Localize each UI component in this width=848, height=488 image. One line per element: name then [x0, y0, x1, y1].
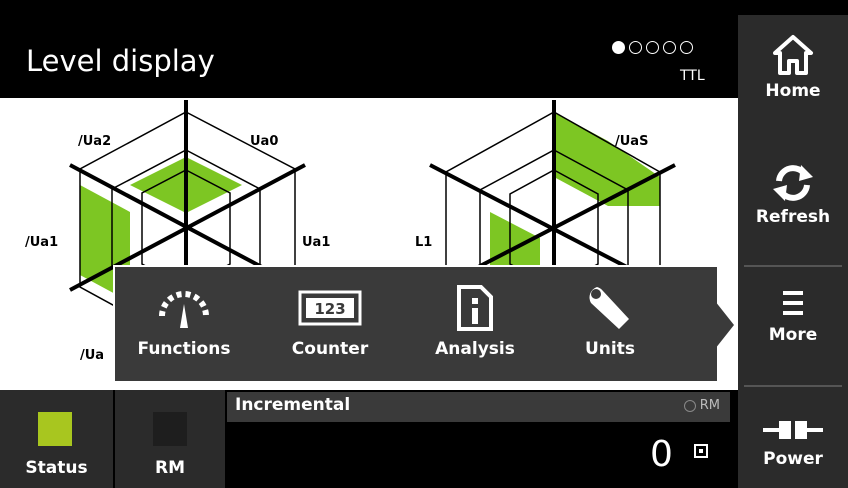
power-plug-icon — [738, 415, 848, 449]
page-title: Level display — [26, 44, 215, 78]
rm-button[interactable]: RM — [115, 390, 225, 488]
popup-pointer-fill — [715, 301, 734, 349]
status-bar: Status RM Incremental RM 0 — [0, 390, 738, 488]
rm-indicator-label: RM — [699, 398, 720, 413]
svg-text:123: 123 — [314, 300, 345, 318]
status-button[interactable]: Status — [0, 390, 113, 488]
home-label: Home — [765, 81, 821, 101]
more-label: More — [768, 325, 818, 345]
menu-item-label: Functions — [137, 339, 231, 359]
power-label: Power — [763, 449, 823, 469]
counter-123-icon: 123 — [275, 283, 385, 333]
home-button[interactable]: Home — [738, 33, 848, 101]
status-label: Status — [25, 458, 88, 478]
radar-left-label-top-right: Ua0 — [250, 134, 279, 149]
counter-header: Incremental RM — [227, 392, 730, 422]
page-dot-1[interactable] — [612, 41, 625, 54]
radar-left-label-bottom-left: /Ua — [80, 348, 105, 363]
rm-indicator — [153, 412, 187, 446]
page-dot-2[interactable] — [629, 41, 642, 54]
status-indicator — [38, 412, 72, 446]
power-button[interactable]: Power — [738, 415, 848, 469]
home-icon — [738, 33, 848, 81]
refresh-icon — [738, 163, 848, 207]
hamburger-menu-icon — [738, 287, 848, 325]
document-info-icon — [420, 283, 530, 333]
radar-right-segment-uas — [554, 112, 608, 206]
radar-right-label-mid-left: L1 — [415, 235, 433, 250]
menu-item-functions[interactable]: Functions — [129, 279, 239, 379]
refresh-button[interactable]: Refresh — [738, 163, 848, 227]
rm-reference-indicator: RM — [683, 398, 720, 413]
device-screen: Level display TTL /Ua2 Ua0 /Ua1 Ua1 /Ua … — [0, 0, 848, 488]
menu-item-label: Analysis — [435, 339, 515, 359]
refresh-label: Refresh — [755, 207, 831, 227]
sidebar: Home Refresh More Power — [738, 15, 848, 488]
page-dot-3[interactable] — [646, 41, 659, 54]
radar-left-label-mid-right: Ua1 — [302, 235, 331, 250]
wrench-icon — [555, 283, 665, 333]
menu-item-analysis[interactable]: Analysis — [420, 279, 530, 379]
signal-type-label: TTL — [680, 68, 705, 84]
more-button[interactable]: More — [738, 287, 848, 345]
rm-label: RM — [154, 458, 185, 478]
radio-circle-icon — [683, 399, 696, 412]
page-dot-5[interactable] — [680, 41, 693, 54]
mode-label: Incremental — [235, 395, 351, 415]
gauge-icon — [129, 283, 239, 333]
page-indicator[interactable] — [612, 41, 693, 54]
counter-value: 0 — [650, 434, 673, 475]
page-dot-4[interactable] — [663, 41, 676, 54]
main-area: Level display TTL /Ua2 Ua0 /Ua1 Ua1 /Ua … — [0, 0, 739, 488]
unit-square-icon — [694, 444, 708, 458]
menu-item-counter[interactable]: 123 Counter — [275, 279, 385, 379]
menu-item-label: Units — [585, 339, 635, 359]
menu-item-units[interactable]: Units — [555, 279, 665, 379]
menu-item-label: Counter — [291, 339, 369, 359]
sidebar-divider — [744, 265, 842, 267]
sidebar-divider — [744, 385, 842, 387]
more-menu-popup: Functions 123 Counter Analysis Units — [113, 265, 719, 383]
radar-left-label-mid-left: /Ua1 — [25, 235, 59, 250]
radar-left-label-top-left: /Ua2 — [78, 134, 112, 149]
radar-right-label-top-right: /UaS — [615, 134, 649, 149]
